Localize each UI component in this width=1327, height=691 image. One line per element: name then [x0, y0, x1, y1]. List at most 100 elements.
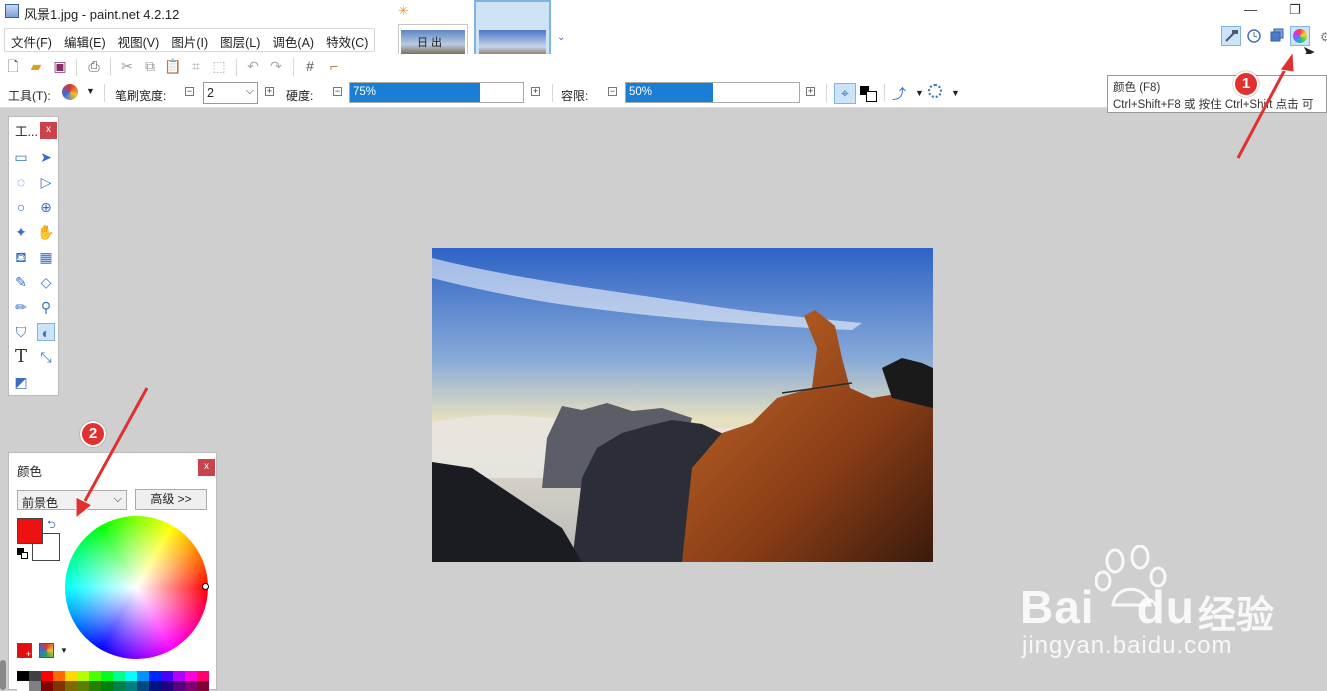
palette-menu-icon[interactable] — [39, 643, 54, 658]
tolerance-slider[interactable]: 50% — [625, 82, 800, 103]
tools-panel-title: 工... — [15, 125, 38, 139]
history-window-button[interactable] — [1245, 26, 1265, 46]
sparkle-icon: ✳ — [398, 3, 409, 18]
app-icon — [5, 4, 19, 18]
tolerance-increase-button[interactable]: + — [806, 87, 815, 96]
color-wheel-marker[interactable] — [202, 583, 209, 590]
watermark-url: jingyan.baidu.com — [1022, 632, 1233, 659]
redo-icon[interactable]: ↷ — [267, 57, 285, 75]
zoom-icon[interactable]: ⊕ — [37, 198, 55, 216]
brush-width-combo[interactable]: 2 ⌵ — [203, 82, 258, 104]
palette-swatch[interactable] — [89, 671, 101, 681]
tool-dropdown-arrow-icon[interactable]: ▼ — [86, 86, 95, 96]
image-canvas[interactable] — [432, 248, 933, 562]
menu-item[interactable]: 图层(L) — [214, 29, 266, 51]
palette-swatch[interactable] — [125, 671, 137, 681]
palette-swatch[interactable] — [149, 671, 161, 681]
eraser-icon[interactable]: ◇ — [37, 273, 55, 291]
antialiasing-icon[interactable]: ⤴ — [892, 84, 906, 104]
deselect-icon[interactable]: ⬚ — [210, 57, 228, 75]
palette-swatch[interactable] — [173, 671, 185, 681]
palette-dropdown-arrow[interactable]: ▼ — [60, 646, 68, 655]
palette-swatch[interactable] — [197, 671, 209, 681]
color-wheel[interactable] — [65, 516, 208, 659]
palette-swatch[interactable] — [101, 671, 113, 681]
hardness-decrease-button[interactable]: − — [333, 87, 342, 96]
colors-panel-close-button[interactable]: x — [198, 459, 215, 476]
grid-icon[interactable]: # — [301, 57, 319, 75]
advanced-button[interactable]: 高级 >> — [135, 489, 207, 510]
selection-mode-icon[interactable] — [928, 84, 942, 98]
clone-stamp-icon[interactable]: ⛉ — [12, 323, 30, 341]
menu-item[interactable]: 文件(F) — [5, 29, 58, 51]
restore-button[interactable]: ❐ — [1289, 2, 1301, 18]
antialiasing-dropdown-arrow[interactable]: ▼ — [915, 88, 924, 98]
palette-swatch[interactable] — [161, 671, 173, 681]
annotation-badge-2: 2 — [80, 421, 106, 447]
cut-icon[interactable]: ✂ — [118, 57, 136, 75]
palette-swatch[interactable] — [65, 671, 77, 681]
line-curve-icon[interactable]: ⤡ — [37, 348, 55, 366]
shapes-icon[interactable]: ◩ — [12, 373, 30, 391]
open-file-icon[interactable]: ▰ — [27, 57, 45, 75]
add-to-palette-icon[interactable]: + — [17, 643, 32, 659]
tools-window-button[interactable] — [1221, 26, 1241, 46]
settings-icon[interactable]: ⚙ — [1320, 30, 1327, 44]
recolor-tool-icon[interactable] — [62, 84, 78, 100]
ellipse-select-icon[interactable]: ○ — [12, 198, 30, 216]
selection-mode-dropdown-arrow[interactable]: ▼ — [951, 88, 960, 98]
menu-item[interactable]: 特效(C) — [320, 29, 374, 51]
sampling-mode-icon[interactable]: ⌖ — [834, 83, 856, 104]
paintbrush-icon[interactable]: ✎ — [12, 273, 30, 291]
tools-panel-close-button[interactable]: x — [40, 122, 57, 139]
color-picker-icon[interactable]: ⚲ — [37, 298, 55, 316]
copy-icon[interactable]: ⧉ — [141, 57, 159, 75]
menu-item[interactable]: 图片(I) — [165, 29, 214, 51]
chevron-down-icon[interactable]: ⌄ — [557, 32, 565, 43]
swap-colors-icon[interactable]: ⮌ — [47, 516, 56, 535]
palette-swatch[interactable] — [17, 671, 29, 681]
menu-bar: 文件(F) 编辑(E) 视图(V) 图片(I) 图层(L) 调色(A) 特效(C) — [0, 22, 1327, 55]
move-selection-icon[interactable]: ➤ — [37, 148, 55, 166]
palette-swatch[interactable] — [29, 671, 41, 681]
magic-wand-icon[interactable]: ✦ — [12, 223, 30, 241]
palette-swatch[interactable] — [113, 671, 125, 681]
menu-item[interactable]: 编辑(E) — [58, 29, 112, 51]
hardness-increase-button[interactable]: + — [531, 87, 540, 96]
palette-swatch[interactable] — [53, 671, 65, 681]
palette-swatch[interactable] — [137, 671, 149, 681]
pencil-icon[interactable]: ✏ — [12, 298, 30, 316]
print-icon[interactable]: ⎙ — [85, 57, 103, 75]
brush-width-increase-button[interactable]: + — [265, 87, 274, 96]
rulers-icon[interactable]: ⌐ — [325, 57, 343, 75]
primary-color-swatch[interactable] — [17, 518, 43, 544]
rectangle-select-icon[interactable]: ▭ — [12, 148, 30, 166]
layers-window-button[interactable] — [1268, 26, 1288, 46]
brush-width-decrease-button[interactable]: − — [185, 87, 194, 96]
save-icon[interactable]: ▣ — [51, 57, 69, 75]
gradient-icon[interactable]: ▦ — [37, 248, 55, 266]
menu-item[interactable]: 视图(V) — [112, 29, 166, 51]
thumbnail-label: 日出 — [417, 37, 445, 49]
paint-bucket-icon[interactable]: ⛾ — [12, 248, 30, 266]
color-mode-select[interactable]: 前景色 ⌵ — [17, 490, 127, 510]
hardness-slider[interactable]: 75% — [349, 82, 524, 103]
move-selected-icon[interactable]: ▷ — [37, 173, 55, 191]
palette-swatch[interactable] — [185, 671, 197, 681]
minimize-button[interactable]: — — [1244, 2, 1257, 17]
undo-icon[interactable]: ↶ — [244, 57, 262, 75]
chevron-down-icon: ⌵ — [245, 85, 254, 97]
new-file-icon[interactable]: 🗋 — [4, 57, 22, 75]
pan-icon[interactable]: ✋ — [37, 223, 55, 241]
hardness-value: 75% — [353, 86, 377, 98]
text-icon[interactable]: T — [12, 348, 30, 366]
palette-swatch[interactable] — [41, 671, 53, 681]
lasso-icon[interactable]: ◌ — [12, 173, 30, 191]
recolor-icon[interactable]: ◐ — [37, 323, 55, 341]
menu-item[interactable]: 调色(A) — [266, 29, 320, 51]
paste-icon[interactable]: 📋 — [164, 57, 182, 75]
crop-icon[interactable]: ⌗ — [187, 57, 205, 75]
panel-scroll-handle[interactable] — [0, 660, 6, 690]
palette-swatch[interactable] — [77, 671, 89, 681]
tolerance-decrease-button[interactable]: − — [608, 87, 617, 96]
